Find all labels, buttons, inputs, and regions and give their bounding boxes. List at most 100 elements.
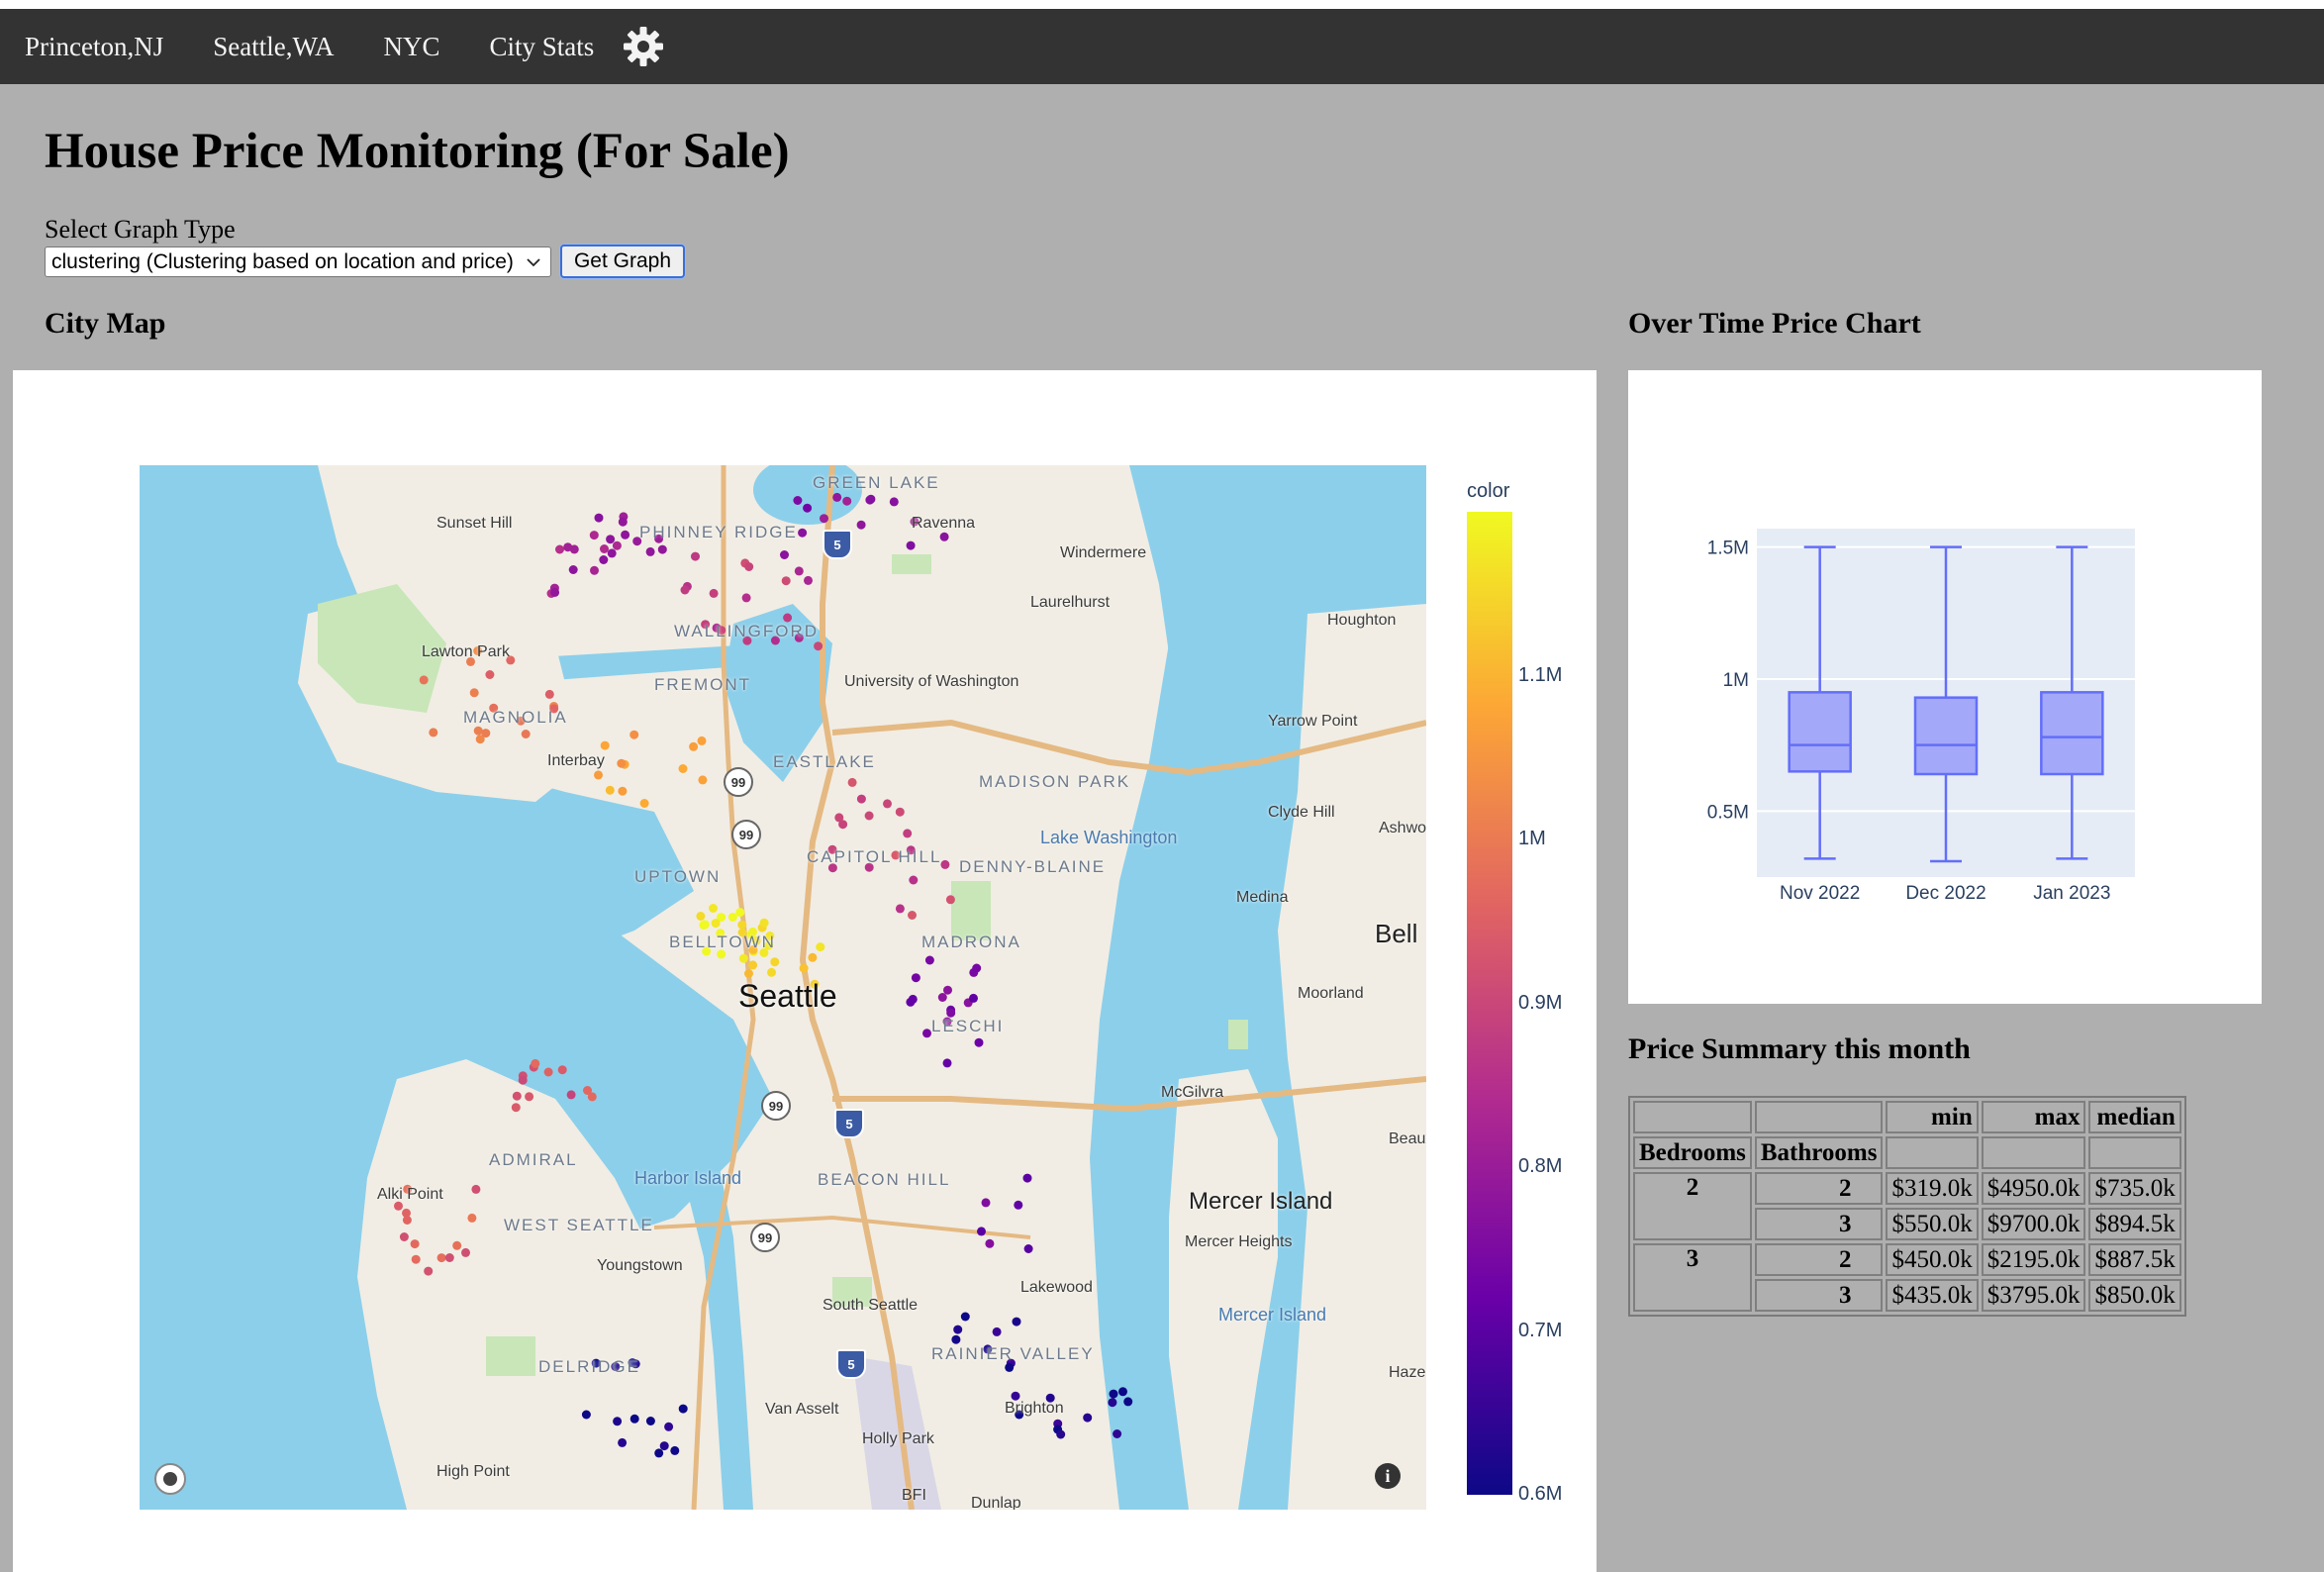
graph-type-select[interactable]: clustering (Clustering based on location…: [45, 246, 551, 277]
price-point[interactable]: [607, 548, 617, 558]
price-point[interactable]: [485, 670, 495, 679]
price-point[interactable]: [583, 1086, 592, 1095]
get-graph-button[interactable]: Get Graph: [560, 245, 685, 278]
price-point[interactable]: [842, 496, 852, 506]
price-point[interactable]: [908, 911, 917, 920]
price-point[interactable]: [759, 918, 769, 928]
price-point[interactable]: [645, 1417, 655, 1425]
price-point[interactable]: [865, 495, 875, 505]
price-point[interactable]: [709, 904, 718, 913]
price-point[interactable]: [589, 531, 599, 540]
price-point[interactable]: [803, 503, 813, 513]
price-point[interactable]: [452, 1240, 462, 1250]
price-point[interactable]: [799, 963, 809, 973]
price-point[interactable]: [691, 551, 700, 561]
price-point[interactable]: [680, 585, 690, 595]
price-point[interactable]: [744, 969, 753, 978]
price-point[interactable]: [555, 544, 564, 554]
price-point[interactable]: [678, 764, 688, 773]
price-point[interactable]: [1023, 1244, 1033, 1253]
price-point[interactable]: [1083, 1413, 1093, 1423]
city-map[interactable]: GREEN LAKE Ravenna Sunset Hill PHINNEY RIDG…: [140, 465, 1426, 1510]
price-point[interactable]: [924, 955, 934, 965]
price-point[interactable]: [664, 1422, 674, 1431]
price-point[interactable]: [781, 576, 791, 586]
compass-icon[interactable]: [154, 1463, 186, 1495]
price-point[interactable]: [1012, 1317, 1021, 1326]
price-point[interactable]: [411, 1254, 421, 1264]
price-point[interactable]: [521, 730, 531, 738]
price-point[interactable]: [531, 1058, 540, 1068]
price-point[interactable]: [1118, 1387, 1127, 1397]
price-point[interactable]: [617, 758, 627, 768]
price-point[interactable]: [834, 813, 844, 823]
price-point[interactable]: [1022, 1173, 1032, 1183]
price-point[interactable]: [594, 513, 604, 523]
price-point[interactable]: [566, 1090, 576, 1100]
nav-link-nyc[interactable]: NYC: [358, 9, 464, 84]
price-point[interactable]: [557, 1065, 567, 1075]
price-point[interactable]: [689, 741, 699, 751]
price-point[interactable]: [748, 960, 758, 970]
price-point[interactable]: [657, 544, 667, 554]
price-point[interactable]: [922, 1029, 931, 1038]
price-point[interactable]: [960, 1312, 970, 1322]
price-point[interactable]: [475, 735, 485, 744]
price-point[interactable]: [969, 993, 978, 1003]
price-point[interactable]: [659, 1441, 669, 1451]
price-point[interactable]: [883, 799, 892, 809]
price-point[interactable]: [895, 904, 905, 914]
price-point[interactable]: [977, 1227, 986, 1236]
price-point[interactable]: [606, 535, 616, 544]
price-point[interactable]: [698, 775, 708, 785]
price-point[interactable]: [525, 1092, 534, 1102]
price-point[interactable]: [543, 1067, 553, 1077]
price-point[interactable]: [945, 895, 955, 905]
price-point[interactable]: [600, 740, 610, 750]
price-point[interactable]: [599, 555, 609, 564]
price-point[interactable]: [770, 957, 780, 967]
price-point[interactable]: [1123, 1397, 1133, 1407]
price-point[interactable]: [436, 1253, 446, 1263]
price-point[interactable]: [794, 566, 804, 576]
price-point[interactable]: [808, 952, 818, 962]
price-point[interactable]: [568, 565, 578, 574]
price-point[interactable]: [473, 726, 483, 736]
price-point[interactable]: [985, 1238, 995, 1248]
price-point[interactable]: [629, 1414, 639, 1424]
price-point[interactable]: [654, 1448, 664, 1458]
price-point[interactable]: [911, 973, 920, 983]
price-point[interactable]: [512, 1091, 522, 1101]
price-point[interactable]: [678, 1404, 688, 1414]
price-point[interactable]: [727, 913, 737, 922]
price-point[interactable]: [618, 786, 628, 796]
price-point[interactable]: [1108, 1398, 1117, 1408]
price-point[interactable]: [974, 1037, 984, 1047]
price-point[interactable]: [832, 492, 842, 502]
price-point[interactable]: [741, 593, 751, 603]
nav-link-princeton[interactable]: Princeton,NJ: [0, 9, 188, 84]
price-point[interactable]: [471, 1184, 481, 1194]
price-point[interactable]: [767, 967, 776, 977]
price-point[interactable]: [953, 1325, 963, 1334]
price-point[interactable]: [444, 1253, 454, 1262]
price-point[interactable]: [1014, 1200, 1023, 1210]
price-point[interactable]: [951, 1334, 961, 1344]
price-point[interactable]: [738, 953, 748, 963]
price-point[interactable]: [992, 1326, 1002, 1336]
price-point[interactable]: [590, 565, 599, 575]
gear-icon[interactable]: [622, 24, 667, 69]
price-point[interactable]: [402, 1216, 412, 1225]
price-point[interactable]: [461, 1247, 470, 1257]
info-icon[interactable]: i: [1375, 1463, 1401, 1489]
nav-link-city-stats[interactable]: City Stats: [464, 9, 619, 84]
price-point[interactable]: [814, 641, 823, 651]
price-point[interactable]: [940, 859, 950, 869]
price-point[interactable]: [895, 807, 905, 817]
price-point[interactable]: [612, 540, 622, 550]
price-point[interactable]: [816, 942, 825, 952]
price-point[interactable]: [1113, 1429, 1122, 1438]
price-point[interactable]: [1056, 1429, 1066, 1439]
price-point[interactable]: [550, 587, 560, 597]
price-point[interactable]: [544, 689, 554, 699]
